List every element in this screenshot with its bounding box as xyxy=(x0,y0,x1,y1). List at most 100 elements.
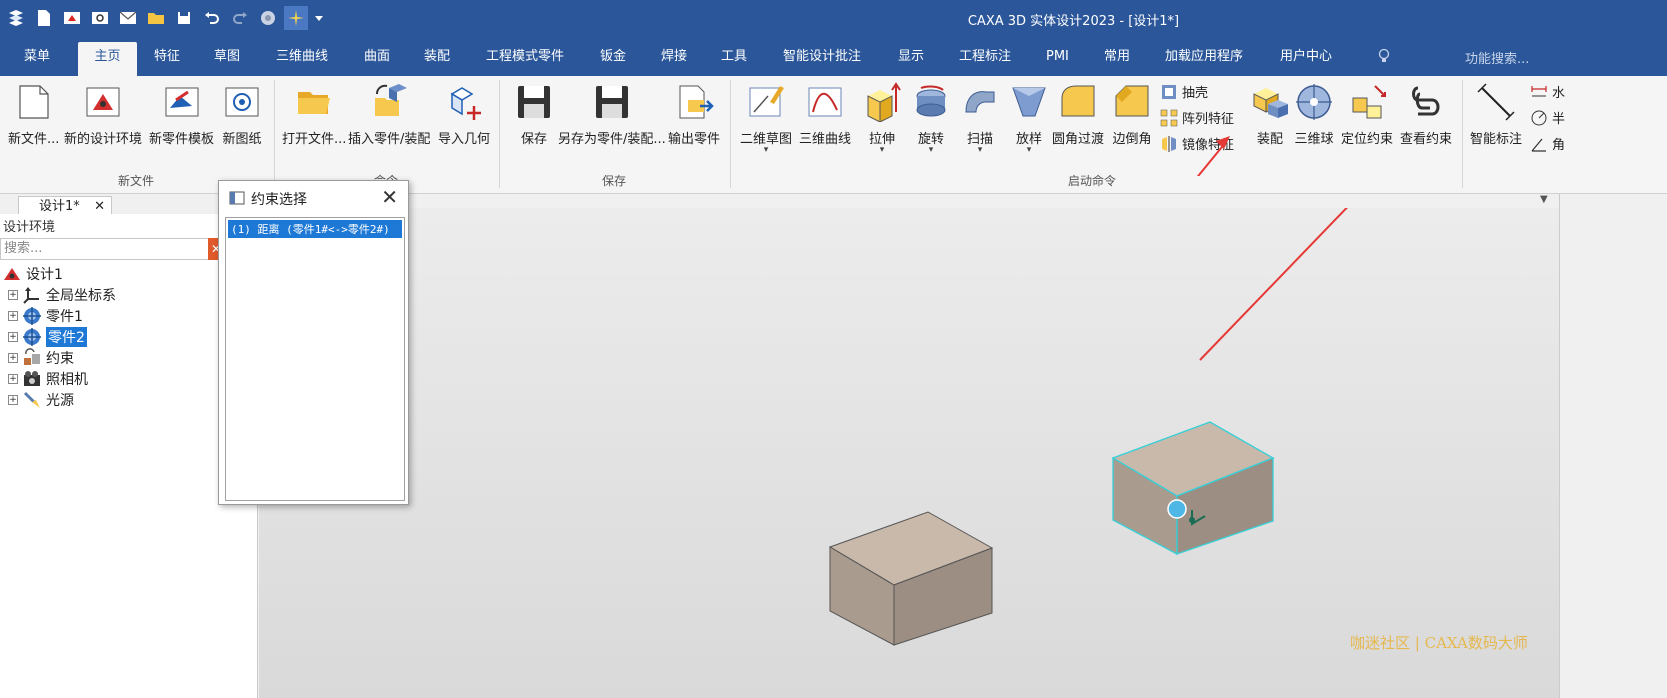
smart-annotation-button[interactable]: 智能标注 xyxy=(1470,82,1522,147)
open-file-button[interactable]: 打开文件... xyxy=(282,82,346,147)
tree-item-global-coords[interactable]: + 全局坐标系 xyxy=(8,285,116,305)
import-geometry-button[interactable]: 导入几何 xyxy=(438,82,490,147)
drawing-icon xyxy=(225,87,259,117)
constraint-list[interactable]: (1) 距离 (零件1#<->零件2#) xyxy=(225,217,405,501)
group-label-launch: 启动命令 xyxy=(1068,174,1117,188)
part2-box[interactable] xyxy=(1111,421,1275,556)
tree-item-light[interactable]: + 光源 xyxy=(8,390,74,410)
radius-dimension-button[interactable]: 半 xyxy=(1530,108,1565,127)
sweep-button[interactable]: 扫描 ▾ xyxy=(960,82,1000,155)
pattern-icon xyxy=(1160,109,1178,126)
design-environment-icon xyxy=(86,87,120,117)
loft-button[interactable]: 放样 ▾ xyxy=(1009,82,1049,155)
view-constraint-button[interactable]: 查看约束 xyxy=(1400,82,1452,147)
tab-pmi[interactable]: PMI xyxy=(1036,42,1079,76)
constraint-blocks-icon xyxy=(1352,85,1386,119)
horizontal-dimension-button[interactable]: 水 xyxy=(1530,82,1565,101)
tab-welding[interactable]: 焊接 xyxy=(651,42,697,76)
dimension-icon xyxy=(1477,83,1515,121)
vertical-scrollbar[interactable] xyxy=(1559,194,1567,698)
list-item[interactable]: (1) 距离 (零件1#<->零件2#) xyxy=(228,220,402,238)
dialog-title: 约束选择 xyxy=(251,192,307,208)
fillet-button[interactable]: 圆角过渡 xyxy=(1052,82,1104,147)
viewport-tab-strip xyxy=(259,194,1559,208)
group-separator xyxy=(499,80,500,188)
fillet-icon xyxy=(1061,85,1095,117)
export-part-button[interactable]: 输出零件 xyxy=(668,82,720,147)
insert-part-button[interactable]: 插入零件/装配 xyxy=(348,82,430,147)
tree-item-camera[interactable]: + 照相机 xyxy=(8,369,88,389)
part-gear-icon xyxy=(23,307,41,325)
extrude-button[interactable]: 拉伸 ▾ xyxy=(862,82,902,155)
part-template-icon xyxy=(165,87,198,117)
tab-smart-annotation[interactable]: 智能设计批注 xyxy=(773,42,871,76)
3d-curve-icon xyxy=(808,87,842,117)
expand-icon[interactable]: + xyxy=(8,395,18,405)
viewport-dropdown-icon[interactable]: ▼ xyxy=(1540,194,1548,205)
tab-user-center[interactable]: 用户中心 xyxy=(1270,42,1342,76)
watermark: 咖迷社区 | CAXA数码大师 xyxy=(1350,634,1528,652)
mirror-icon xyxy=(1162,135,1176,152)
close-icon[interactable]: ✕ xyxy=(381,185,398,209)
blank-document-icon xyxy=(19,85,49,119)
shell-button[interactable]: 抽壳 xyxy=(1160,82,1208,101)
angle-icon xyxy=(1531,138,1546,152)
tab-common[interactable]: 常用 xyxy=(1094,42,1140,76)
chamfer-button[interactable]: 边倒角 xyxy=(1112,82,1152,147)
save-button[interactable]: 保存 xyxy=(514,82,554,147)
expand-icon[interactable]: + xyxy=(8,374,18,384)
revolve-button[interactable]: 旋转 ▾ xyxy=(911,82,951,155)
tab-tools[interactable]: 工具 xyxy=(711,42,757,76)
radius-icon xyxy=(1531,110,1547,125)
new-part-template-button[interactable]: 新零件模板 xyxy=(149,82,214,147)
expand-icon[interactable]: + xyxy=(8,353,18,363)
new-design-env-button[interactable]: 新的设计环境 xyxy=(64,82,142,147)
new-file-button[interactable]: 新文件... xyxy=(8,82,59,147)
tab-home[interactable]: 主页 xyxy=(78,42,137,76)
tab-engineering-dimension[interactable]: 工程标注 xyxy=(949,42,1021,76)
dialog-titlebar[interactable]: 约束选择 ✕ xyxy=(219,181,408,213)
expand-icon[interactable]: + xyxy=(8,290,18,300)
tree-item-design1[interactable]: 设计1 xyxy=(2,264,63,284)
tab-feature[interactable]: 特征 xyxy=(144,42,190,76)
3d-viewport[interactable] xyxy=(259,137,1559,698)
part-gear-icon xyxy=(23,328,41,346)
chamfer-icon xyxy=(1115,85,1149,117)
tab-sketch[interactable]: 草图 xyxy=(204,42,250,76)
tree-search-input[interactable]: 搜索... xyxy=(0,238,224,260)
ribbon-panel: 新文件... 新的设计环境 新零件模板 新图纸 新文件 打开文件... 插入零件… xyxy=(0,76,1667,194)
tab-engineering-part[interactable]: 工程模式零件 xyxy=(476,42,574,76)
tab-sheet-metal[interactable]: 钣金 xyxy=(590,42,636,76)
angle-dimension-button[interactable]: 角 xyxy=(1530,134,1565,153)
tab-3d-curve[interactable]: 三维曲线 xyxy=(266,42,338,76)
constraint-selection-dialog: 约束选择 ✕ (1) 距离 (零件1#<->零件2#) xyxy=(218,180,409,505)
tree-item-part2[interactable]: + 零件2 xyxy=(8,327,87,347)
2d-sketch-button[interactable]: 二维草图 ▾ xyxy=(740,82,792,155)
tab-display[interactable]: 显示 xyxy=(888,42,934,76)
horizontal-dim-icon xyxy=(1531,85,1547,96)
save-as-button[interactable]: 另存为零件/装配... xyxy=(558,82,666,147)
positioning-constraint-button[interactable]: 定位约束 xyxy=(1341,82,1393,147)
annotation-arrow-line xyxy=(1200,140,1260,370)
tab-surface[interactable]: 曲面 xyxy=(354,42,400,76)
constraint-icon xyxy=(24,348,40,365)
new-drawing-button[interactable]: 新图纸 xyxy=(222,82,262,147)
expand-icon[interactable]: + xyxy=(8,311,18,321)
3d-ball-button[interactable]: 三维球 xyxy=(1294,82,1334,147)
scene-canvas xyxy=(828,137,1415,646)
tab-load-apps[interactable]: 加载应用程序 xyxy=(1155,42,1253,76)
part1-box[interactable] xyxy=(828,511,994,646)
loft-icon xyxy=(1012,87,1046,117)
tab-assembly[interactable]: 装配 xyxy=(414,42,460,76)
tree-item-constraints[interactable]: + 约束 xyxy=(8,348,74,368)
title-bar: CAXA 3D 实体设计2023 - [设计1*] xyxy=(0,0,1667,36)
feature-search[interactable]: 功能搜索... xyxy=(1465,48,1529,67)
group-separator xyxy=(274,80,275,188)
tree-item-part1[interactable]: + 零件1 xyxy=(8,306,83,326)
expand-icon[interactable]: + xyxy=(8,332,18,342)
floppy-disk-icon xyxy=(518,86,550,118)
3d-curve-button[interactable]: 三维曲线 xyxy=(799,82,851,147)
shell-icon xyxy=(1162,84,1176,99)
sweep-icon xyxy=(965,91,995,113)
tab-menu[interactable]: 菜单 xyxy=(14,42,60,76)
